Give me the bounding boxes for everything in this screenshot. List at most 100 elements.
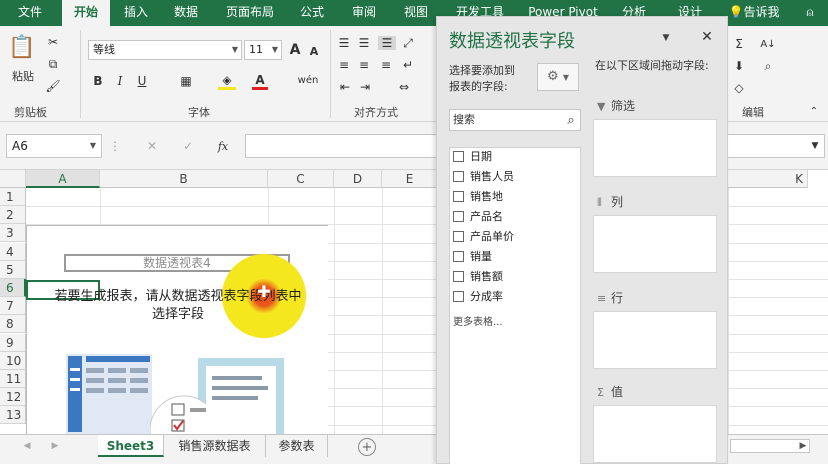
sheet-tab-sales-source[interactable]: 销售源数据表 xyxy=(164,435,266,457)
row-header[interactable]: 10 xyxy=(0,351,26,370)
cancel-button[interactable]: ✕ xyxy=(142,136,162,156)
add-sheet-icon[interactable]: + xyxy=(358,438,376,456)
paste-icon[interactable]: 📋 xyxy=(8,32,36,62)
row-header[interactable]: 11 xyxy=(0,370,26,388)
sheet-tab-sheet3[interactable]: Sheet3 xyxy=(98,435,164,457)
field-item[interactable]: 销售人员 xyxy=(453,168,514,186)
wrap-text-icon[interactable]: ↵ xyxy=(400,58,416,72)
sheet-tab-params[interactable]: 参数表 xyxy=(266,435,328,457)
find-select-icon[interactable]: ⌕ xyxy=(758,58,778,74)
more-tables-link[interactable]: 更多表格... xyxy=(453,314,503,332)
align-left-icon[interactable]: ≡ xyxy=(336,58,352,72)
increase-indent-icon[interactable]: ⇥ xyxy=(356,80,374,94)
tab-formulas[interactable]: 公式 xyxy=(292,0,332,26)
tab-file[interactable]: 文件 xyxy=(8,0,52,26)
copy-icon[interactable]: ⧉ xyxy=(44,56,62,72)
checkbox[interactable] xyxy=(453,270,464,282)
row-header[interactable]: 13 xyxy=(0,406,26,425)
align-middle-icon[interactable]: ☰ xyxy=(356,36,372,50)
fill-color-icon[interactable]: ◈ xyxy=(218,72,236,90)
search-input[interactable]: 搜索 xyxy=(449,109,581,131)
field-item[interactable]: 日期 xyxy=(453,148,492,166)
row-header[interactable]: 5 xyxy=(0,260,26,279)
row-header[interactable]: 12 xyxy=(0,388,26,407)
italic-button[interactable]: I xyxy=(112,72,128,90)
bold-button[interactable]: B xyxy=(90,72,106,90)
scroll-right-icon[interactable]: ▶ xyxy=(48,439,62,453)
tab-tell-me[interactable]: 💡告诉我 xyxy=(724,0,784,26)
merge-icon[interactable]: ⇔ xyxy=(392,80,416,94)
row-header[interactable]: 4 xyxy=(0,242,26,261)
checkbox[interactable] xyxy=(453,150,464,162)
clear-icon[interactable]: ◇ xyxy=(730,80,748,96)
tab-review[interactable]: 审阅 xyxy=(344,0,384,26)
gear-icon[interactable]: ⚙ ▼ xyxy=(537,63,579,91)
insert-function-button[interactable]: fx xyxy=(212,136,234,156)
format-painter-icon[interactable]: 🖌 xyxy=(44,78,62,94)
phonetic-button[interactable]: wén xyxy=(296,70,320,90)
tab-page-layout[interactable]: 页面布局 xyxy=(218,0,282,26)
tab-data[interactable]: 数据 xyxy=(166,0,206,26)
columns-area[interactable] xyxy=(593,215,717,273)
row-header[interactable]: 6 xyxy=(0,279,26,297)
orientation-icon[interactable]: ⤢ xyxy=(400,36,416,50)
field-item[interactable]: 产品单价 xyxy=(453,228,514,246)
column-header-c[interactable]: C xyxy=(268,170,334,188)
paste-button[interactable]: 粘贴 xyxy=(8,68,38,84)
select-all-corner[interactable] xyxy=(0,170,26,188)
sort-filter-icon[interactable]: A↓ xyxy=(758,36,778,52)
row-header[interactable]: 9 xyxy=(0,333,26,352)
align-bottom-icon[interactable]: ☰ xyxy=(378,36,396,50)
search-icon[interactable]: ⌕ xyxy=(563,111,579,129)
filters-area[interactable] xyxy=(593,119,717,177)
column-header-a[interactable]: A xyxy=(26,170,100,188)
row-header[interactable]: 8 xyxy=(0,315,26,334)
tab-view[interactable]: 视图 xyxy=(396,0,436,26)
column-header-e[interactable]: E xyxy=(382,170,438,188)
align-center-icon[interactable]: ≡ xyxy=(356,58,372,72)
pane-options-chevron-icon[interactable]: ▼ xyxy=(659,31,673,45)
borders-icon[interactable]: ▦ xyxy=(176,72,196,90)
field-item[interactable]: 产品名 xyxy=(453,208,503,226)
autosum-icon[interactable]: Σ xyxy=(730,36,748,52)
fill-icon[interactable]: ⬇ xyxy=(730,58,748,74)
checkbox[interactable] xyxy=(453,210,464,222)
column-header-d[interactable]: D xyxy=(334,170,382,188)
scroll-left-icon[interactable]: ◀ xyxy=(20,439,34,453)
collapse-ribbon-icon[interactable]: ⌃ xyxy=(806,104,822,118)
account-icon[interactable]: ⍝ xyxy=(798,0,822,26)
field-item[interactable]: 销量 xyxy=(453,248,492,266)
underline-button[interactable]: U xyxy=(134,72,150,90)
expand-formula-icon[interactable]: ▼ xyxy=(808,138,822,154)
checkbox[interactable] xyxy=(453,290,464,302)
tab-insert[interactable]: 插入 xyxy=(116,0,156,26)
column-header-b[interactable]: B xyxy=(100,170,268,188)
close-icon[interactable]: ✕ xyxy=(699,29,715,45)
tab-home[interactable]: 开始 xyxy=(62,0,110,26)
font-name-combo[interactable]: 等线 ▼ xyxy=(88,40,242,60)
row-header[interactable]: 7 xyxy=(0,297,26,316)
shrink-font-button[interactable]: A xyxy=(306,42,322,60)
checkbox[interactable] xyxy=(453,230,464,242)
field-item[interactable]: 销售地 xyxy=(453,188,503,206)
row-header[interactable]: 2 xyxy=(0,206,26,225)
column-header-k[interactable]: K xyxy=(728,170,808,188)
grow-font-button[interactable]: A xyxy=(286,40,304,60)
font-size-combo[interactable]: 11 ▼ xyxy=(244,40,282,60)
enter-button[interactable]: ✓ xyxy=(178,136,198,156)
cut-icon[interactable]: ✂ xyxy=(44,34,62,50)
checkbox[interactable] xyxy=(453,170,464,182)
row-header[interactable]: 3 xyxy=(0,224,26,243)
row-header[interactable]: 1 xyxy=(0,188,26,206)
font-color-icon[interactable]: A xyxy=(252,72,268,90)
align-top-icon[interactable]: ☰ xyxy=(336,36,352,50)
name-box[interactable]: A6 ▼ xyxy=(6,134,102,158)
checkbox[interactable] xyxy=(453,250,464,262)
rows-area[interactable] xyxy=(593,311,717,369)
field-item[interactable]: 分成率 xyxy=(453,288,503,306)
checkbox[interactable] xyxy=(453,190,464,202)
align-right-icon[interactable]: ≡ xyxy=(378,58,394,72)
decrease-indent-icon[interactable]: ⇤ xyxy=(336,80,354,94)
values-area[interactable] xyxy=(593,405,717,463)
field-item[interactable]: 销售额 xyxy=(453,268,503,286)
